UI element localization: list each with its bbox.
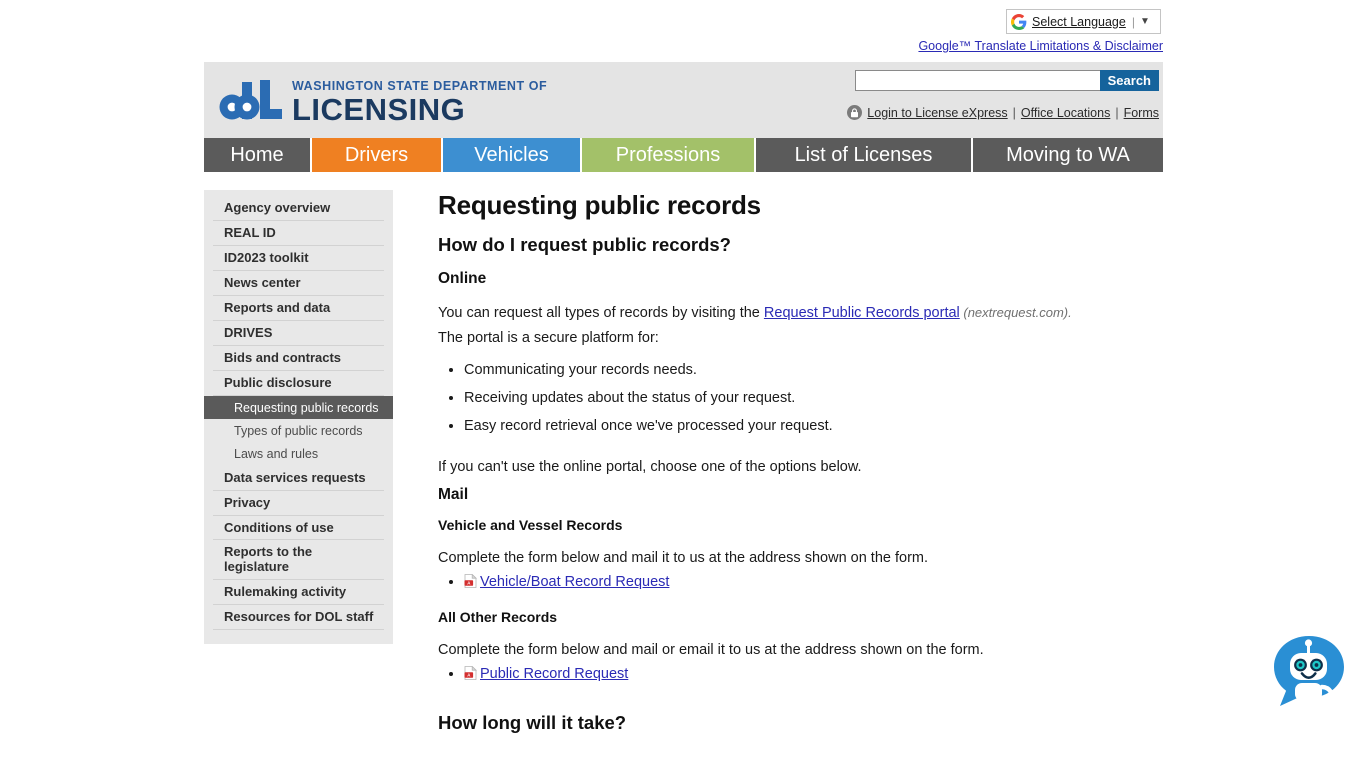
subsection-heading-mail: Mail	[438, 485, 469, 503]
login-license-express-link[interactable]: Login to License eXpress	[867, 106, 1007, 120]
sidebar-item-public-disclosure[interactable]: Public disclosure	[213, 371, 384, 396]
list-item: A Public Record Request	[464, 663, 1143, 687]
subsection-heading-online: Online	[438, 270, 487, 287]
sidebar-item-rulemaking-activity[interactable]: Rulemaking activity	[213, 580, 384, 606]
site-search: Search	[854, 70, 1159, 91]
pdf-file-icon: A	[464, 665, 477, 687]
sidebar-item-privacy[interactable]: Privacy	[213, 491, 384, 516]
sidebar-item-resources-for-dol-staff[interactable]: Resources for DOL staff	[213, 605, 384, 631]
nav-item-vehicles[interactable]: Vehicles	[443, 138, 582, 172]
main-content: Requesting public records How do I reque…	[393, 190, 1163, 748]
lock-icon	[847, 105, 863, 120]
translate-disclaimer-link[interactable]: Google™ Translate Limitations & Disclaim…	[918, 39, 1163, 53]
vehicle-boat-record-request-link[interactable]: Vehicle/Boat Record Request	[480, 574, 669, 590]
sidebar-item-id2023-toolkit[interactable]: ID2023 toolkit	[213, 246, 384, 271]
vehicle-instructions: Complete the form below and mail it to u…	[438, 549, 929, 566]
page-frame: WASHINGTON STATE DEPARTMENT OF LICENSING…	[204, 62, 1163, 748]
select-language-label[interactable]: Select Language	[1032, 15, 1126, 29]
google-g-icon	[1011, 13, 1027, 30]
nav-item-moving-to-wa[interactable]: Moving to WA	[973, 138, 1163, 172]
main-navigation: Home Drivers Vehicles Professions List of Li…	[204, 138, 1163, 172]
public-record-request-link[interactable]: Public Record Request	[480, 666, 628, 682]
dol-monogram-icon	[216, 76, 282, 129]
sidebar-item-agency-overview[interactable]: Agency overview	[213, 196, 384, 221]
search-input[interactable]	[854, 70, 1100, 91]
online-benefits-list: Communicating your records needs.Receivi…	[438, 357, 1143, 441]
online-paragraph: You can request all types of records by …	[438, 301, 1143, 326]
subsection-heading-all-other-records: All Other Records	[438, 609, 558, 626]
nav-item-home[interactable]: Home	[204, 138, 312, 172]
sidebar-navigation: Agency overview REAL ID ID2023 toolkit News…	[204, 190, 393, 645]
office-locations-link[interactable]: Office Locations	[1021, 106, 1110, 120]
list-item: Easy record retrieval once we've process…	[464, 413, 1143, 441]
sidebar-item-requesting-public-records[interactable]: Requesting public records	[204, 395, 393, 419]
sidebar-item-real-id[interactable]: REAL ID	[213, 221, 384, 246]
subsection-heading-vehicle-vessel: Vehicle and Vessel Records	[438, 516, 623, 533]
sidebar-item-news-center[interactable]: News center	[213, 271, 384, 296]
search-button[interactable]: Search	[1099, 70, 1159, 91]
sidebar-item-conditions-of-use[interactable]: Conditions of use	[213, 516, 384, 541]
portal-domain-note: (nextrequest.com).	[959, 305, 1072, 320]
page-title: Requesting public records	[438, 190, 761, 220]
section-heading-how-long: How long will it take?	[438, 711, 627, 733]
chatbot-launcher[interactable]	[1268, 632, 1350, 712]
translate-strip: Select Language | ▼ Google™ Translate Li…	[0, 0, 1366, 58]
sidebar-item-types-of-public-records[interactable]: Types of public records	[204, 419, 393, 442]
content-area: Agency overview REAL ID ID2023 toolkit News…	[204, 172, 1163, 748]
nav-item-drivers[interactable]: Drivers	[312, 138, 443, 172]
select-language-widget[interactable]: Select Language | ▼	[1006, 9, 1161, 34]
online-paragraph-lead: You can request all types of records by …	[438, 305, 764, 321]
fallback-paragraph: If you can't use the online portal, choo…	[438, 458, 862, 475]
sidebar-item-bids-and-contracts[interactable]: Bids and contracts	[213, 346, 384, 371]
translate-divider: |	[1131, 14, 1135, 29]
other-instructions: Complete the form below and mail or emai…	[438, 642, 984, 659]
other-form-list: A Public Record Request	[438, 663, 1143, 687]
sidebar-item-laws-and-rules[interactable]: Laws and rules	[204, 442, 393, 465]
header-utility-links: Login to License eXpress | Office Locati…	[847, 105, 1159, 120]
chevron-down-icon[interactable]: ▼	[1140, 16, 1150, 27]
forms-link[interactable]: Forms	[1124, 106, 1159, 120]
sidebar-item-data-services-requests[interactable]: Data services requests	[213, 466, 384, 491]
request-public-records-portal-link[interactable]: Request Public Records portal	[764, 305, 960, 321]
list-item: Communicating your records needs.	[464, 357, 1143, 385]
logo-agency-line: WASHINGTON STATE DEPARTMENT OF	[292, 78, 548, 93]
pdf-file-icon: A	[464, 573, 477, 595]
nav-item-professions[interactable]: Professions	[582, 138, 756, 172]
list-item: A Vehicle/Boat Record Request	[464, 571, 1143, 595]
sidebar-item-reports-and-data[interactable]: Reports and data	[213, 296, 384, 321]
nav-item-list-of-licenses[interactable]: List of Licenses	[756, 138, 973, 172]
vehicle-form-list: A Vehicle/Boat Record Request	[438, 571, 1143, 595]
logo-wordmark: LICENSING	[292, 92, 466, 128]
section-heading-how-to-request: How do I request public records?	[438, 234, 731, 255]
site-logo[interactable]: WASHINGTON STATE DEPARTMENT OF LICENSING	[216, 76, 547, 129]
sidebar-item-reports-to-the-legislature[interactable]: Reports to the legislature	[213, 540, 384, 581]
site-header: WASHINGTON STATE DEPARTMENT OF LICENSING…	[204, 62, 1163, 138]
translate-disclaimer: Google™ Translate Limitations & Disclaim…	[0, 39, 1163, 53]
online-paragraph-second-line: The portal is a secure platform for:	[438, 329, 659, 346]
link-separator-2: |	[1115, 105, 1119, 120]
list-item: Receiving updates about the status of yo…	[464, 385, 1143, 413]
link-separator-1: |	[1012, 105, 1016, 120]
sidebar-item-drives[interactable]: DRIVES	[213, 321, 384, 346]
